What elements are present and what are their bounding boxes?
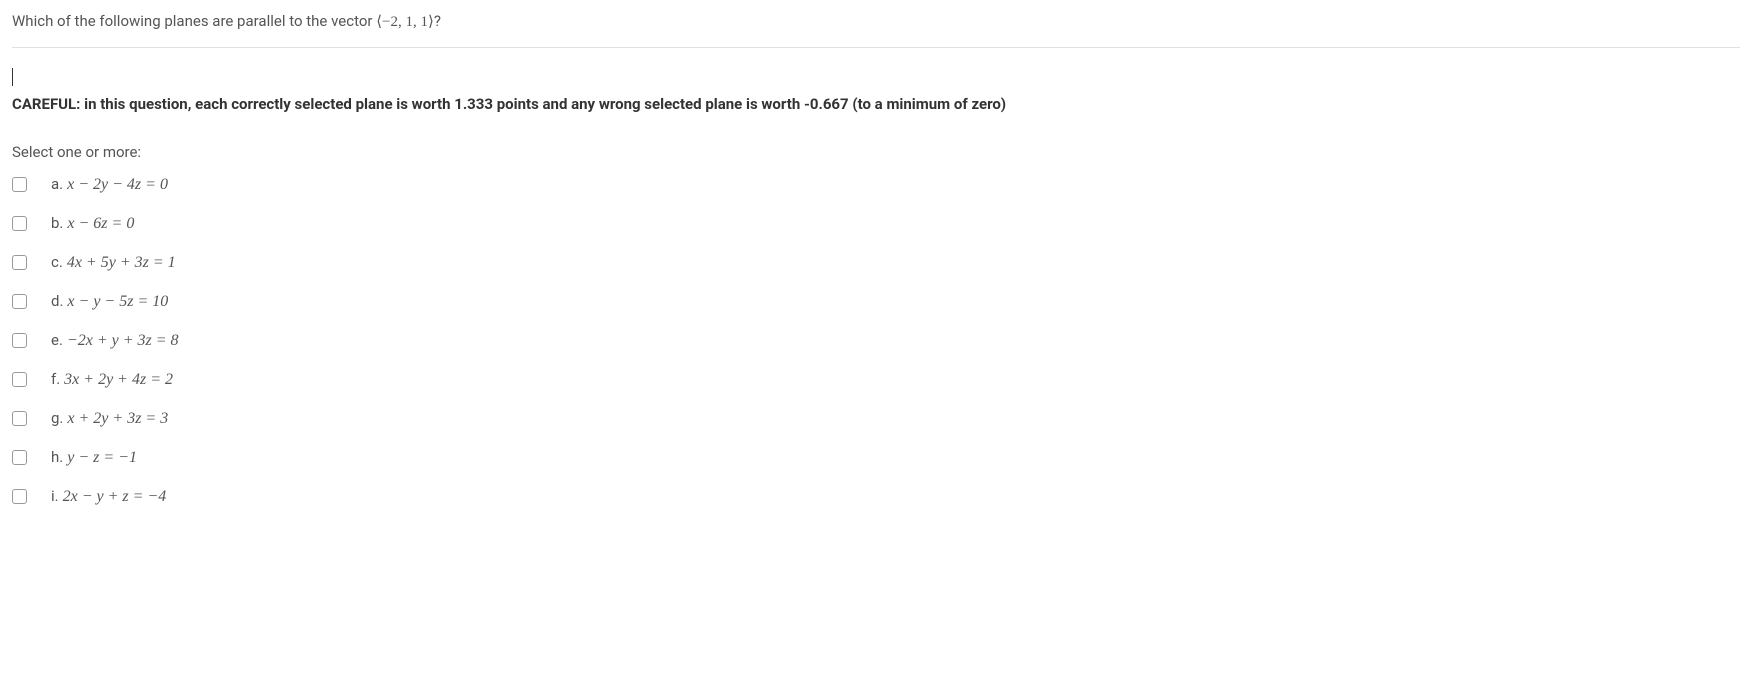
option-label-e[interactable]: e. −2x + y + 3z = 8 [51, 331, 179, 350]
question-vector: ⟨−2, 1, 1⟩ [376, 14, 434, 30]
checkbox-d[interactable] [12, 294, 27, 309]
option-label-d[interactable]: d. x − y − 5z = 10 [51, 292, 168, 311]
scoring-note: CAREFUL: in this question, each correctl… [12, 94, 1740, 115]
select-prompt: Select one or more: [12, 143, 1740, 161]
checkbox-c[interactable] [12, 255, 27, 270]
option-label-i[interactable]: i. 2x − y + z = −4 [51, 487, 166, 506]
question-suffix: ? [434, 12, 441, 30]
option-h: h. y − z = −1 [12, 448, 1740, 467]
options-list: a. x − 2y − 4z = 0 b. x − 6z = 0 c. 4x +… [12, 175, 1740, 506]
checkbox-h[interactable] [12, 450, 27, 465]
option-c: c. 4x + 5y + 3z = 1 [12, 253, 1740, 272]
option-d: d. x − y − 5z = 10 [12, 292, 1740, 311]
checkbox-i[interactable] [12, 489, 27, 504]
option-b: b. x − 6z = 0 [12, 214, 1740, 233]
checkbox-g[interactable] [12, 411, 27, 426]
option-label-c[interactable]: c. 4x + 5y + 3z = 1 [51, 253, 176, 272]
question-text: Which of the following planes are parall… [12, 12, 1740, 48]
option-f: f. 3x + 2y + 4z = 2 [12, 370, 1740, 389]
checkbox-b[interactable] [12, 216, 27, 231]
option-e: e. −2x + y + 3z = 8 [12, 331, 1740, 350]
option-label-f[interactable]: f. 3x + 2y + 4z = 2 [51, 370, 173, 389]
option-label-b[interactable]: b. x − 6z = 0 [51, 214, 134, 233]
option-label-a[interactable]: a. x − 2y − 4z = 0 [51, 175, 168, 194]
checkbox-f[interactable] [12, 372, 27, 387]
option-a: a. x − 2y − 4z = 0 [12, 175, 1740, 194]
question-prefix: Which of the following planes are parall… [12, 12, 376, 30]
option-i: i. 2x − y + z = −4 [12, 487, 1740, 506]
checkbox-a[interactable] [12, 177, 27, 192]
option-label-h[interactable]: h. y − z = −1 [51, 448, 137, 467]
text-cursor [12, 68, 13, 86]
checkbox-e[interactable] [12, 333, 27, 348]
option-label-g[interactable]: g. x + 2y + 3z = 3 [51, 409, 168, 428]
option-g: g. x + 2y + 3z = 3 [12, 409, 1740, 428]
